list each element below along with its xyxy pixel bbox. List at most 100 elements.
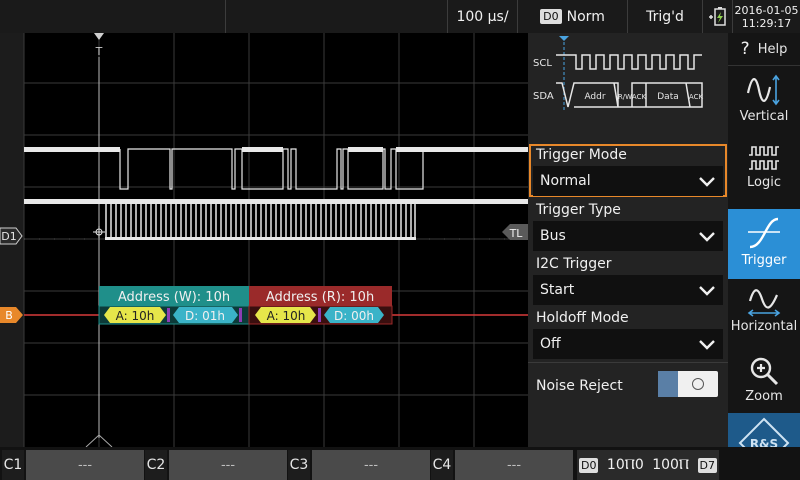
main-toolbar: ? Help Vertical Logic Trigger Horizontal bbox=[728, 33, 800, 475]
logic-value-b: 100Ⲡ bbox=[652, 457, 690, 473]
logic-d0-badge: D0 bbox=[579, 457, 599, 473]
zoom-label: Zoom bbox=[745, 389, 783, 404]
help-button[interactable]: ? Help bbox=[728, 33, 800, 66]
trigger-marker-icon bbox=[94, 33, 104, 40]
channel-c2-value: --- bbox=[169, 450, 287, 480]
logic-icon bbox=[749, 146, 779, 170]
chevron-down-icon bbox=[699, 340, 715, 350]
diagram-addr-label: Addr bbox=[584, 92, 605, 102]
toggle-knob bbox=[658, 371, 678, 397]
frame-2-header: Address (R): 10h bbox=[266, 290, 374, 305]
date-time: 2016-01-05 11:29:17 bbox=[732, 0, 800, 33]
top-bar-empty-left bbox=[0, 0, 225, 33]
chevron-down-icon bbox=[699, 286, 715, 296]
noise-reject-label: Noise Reject bbox=[536, 378, 623, 394]
diagram-ack2-label: ACK bbox=[689, 93, 704, 101]
holdoff-mode-select[interactable]: Off bbox=[533, 329, 723, 359]
trigger-source-readout[interactable]: D0 Norm bbox=[517, 0, 627, 33]
channel-c4-value: --- bbox=[455, 450, 573, 480]
frame-1-data: D: 01h bbox=[185, 309, 225, 323]
trigger-mode-value: Normal bbox=[540, 173, 591, 189]
i2c-protocol-diagram: SCL SDA Addr R/W ACK Data ACK bbox=[533, 36, 704, 111]
zoom-button[interactable]: Zoom bbox=[728, 355, 800, 415]
frame-2-data: D: 00h bbox=[334, 309, 374, 323]
logic-d7-badge: D7 bbox=[697, 457, 717, 473]
frame-2-addr: A: 10h bbox=[267, 309, 306, 323]
logic-channels-readout[interactable]: D0 10Ⲡ0 100Ⲡ D7 bbox=[577, 450, 719, 480]
trigger-mode-setting: Trigger Mode Normal bbox=[528, 144, 728, 199]
bus-frame-1: Address (W): 10h A: 10h D: 01h bbox=[98, 286, 250, 325]
trigger-type-value: Bus bbox=[540, 228, 566, 244]
zoom-magnifier-icon bbox=[750, 357, 779, 386]
channel-c1-tag: C1 bbox=[2, 450, 24, 480]
top-status-bar: 100 µs/ D0 Norm Trig'd 2016-01-05 11:29:… bbox=[0, 0, 800, 33]
chevron-down-icon bbox=[699, 177, 715, 187]
trigger-type-setting: Trigger Type Bus bbox=[528, 199, 728, 254]
power-status bbox=[702, 0, 732, 33]
trigger-type-select[interactable]: Bus bbox=[533, 221, 723, 251]
help-label: Help bbox=[757, 41, 788, 57]
trigger-mode-select[interactable]: Normal bbox=[533, 166, 723, 196]
frame-1-addr: A: 10h bbox=[116, 309, 155, 323]
scl-label: SCL bbox=[533, 58, 552, 69]
bus-label: B bbox=[5, 309, 13, 322]
trigger-level-marker: TL bbox=[502, 224, 528, 240]
chevron-down-icon bbox=[699, 232, 715, 242]
vertical-sine-icon bbox=[746, 74, 780, 106]
noise-reject-setting: Noise Reject bbox=[528, 362, 728, 407]
trigger-status[interactable]: Trig'd bbox=[627, 0, 702, 33]
sda-label: SDA bbox=[533, 91, 554, 102]
date-text: 2016-01-05 bbox=[734, 3, 799, 17]
help-icon: ? bbox=[740, 39, 750, 59]
top-bar-empty-mid bbox=[225, 0, 447, 33]
trigger-settings-panel: SCL SDA Addr R/W ACK Data ACK Trigger Mo… bbox=[528, 33, 728, 447]
holdoff-mode-value: Off bbox=[540, 336, 561, 352]
vertical-label: Vertical bbox=[739, 109, 789, 124]
i2c-trigger-setting: I2C Trigger Start bbox=[528, 253, 728, 308]
digital-channel-badge: D0 bbox=[540, 9, 562, 24]
trigger-point-icon bbox=[93, 226, 105, 238]
i2c-trigger-value: Start bbox=[540, 282, 575, 298]
noise-reject-toggle[interactable] bbox=[658, 371, 718, 397]
trigger-label: Trigger bbox=[741, 253, 787, 268]
holdoff-mode-label: Holdoff Mode bbox=[536, 310, 629, 326]
trigger-status-text: Trig'd bbox=[646, 8, 684, 25]
diagram-rw-label: R/W bbox=[618, 93, 632, 101]
time-text: 11:29:17 bbox=[741, 16, 792, 30]
channel-c2-tag: C2 bbox=[145, 450, 167, 480]
trigger-mode-readout: Norm bbox=[566, 8, 605, 25]
scl-trace bbox=[24, 147, 528, 190]
trigger-edge-icon bbox=[748, 217, 780, 249]
sda-trace bbox=[24, 199, 528, 240]
horizontal-label: Horizontal bbox=[730, 319, 798, 334]
i2c-trigger-select[interactable]: Start bbox=[533, 275, 723, 305]
diagram-ack-label: ACK bbox=[632, 93, 647, 101]
bus-frame-2: Address (R): 10h A: 10h D: 00h bbox=[248, 286, 393, 325]
toggle-off-icon bbox=[692, 378, 704, 390]
channel-c1-value: --- bbox=[26, 450, 144, 480]
timebase-readout[interactable]: 100 µs/ bbox=[447, 0, 517, 33]
holdoff-mode-setting: Holdoff Mode Off bbox=[528, 307, 728, 362]
horizontal-button[interactable]: Horizontal bbox=[728, 285, 800, 345]
brand-menu-button[interactable]: R&S bbox=[728, 413, 800, 475]
logic-button[interactable]: Logic bbox=[728, 143, 800, 203]
frame-1-header: Address (W): 10h bbox=[118, 290, 230, 305]
trigger-button[interactable]: Trigger bbox=[728, 209, 800, 279]
waveform-display[interactable]: T D1 TL B Address (W): 10h A: 10h D: 01h… bbox=[0, 33, 528, 448]
channel-c3-value: --- bbox=[312, 450, 430, 480]
channel-bar: C1 --- C2 --- C3 --- C4 --- D0 10Ⲡ0 100Ⲡ… bbox=[0, 447, 800, 480]
horizontal-sine-icon bbox=[747, 289, 781, 317]
trigger-mode-label: Trigger Mode bbox=[536, 147, 627, 163]
channel-c4-tag: C4 bbox=[431, 450, 453, 480]
logic-label: Logic bbox=[747, 175, 781, 190]
channel-c3-tag: C3 bbox=[288, 450, 310, 480]
plug-battery-icon bbox=[708, 6, 726, 26]
tl-label: TL bbox=[509, 227, 524, 240]
vertical-button[interactable]: Vertical bbox=[728, 73, 800, 133]
trigger-type-label: Trigger Type bbox=[536, 202, 621, 218]
timebase-value: 100 µs/ bbox=[456, 8, 509, 25]
trigger-marker-label: T bbox=[95, 45, 103, 58]
logic-value-a: 10Ⲡ0 bbox=[606, 457, 644, 473]
diagram-data-label: Data bbox=[657, 92, 679, 102]
i2c-trigger-label: I2C Trigger bbox=[536, 256, 612, 272]
